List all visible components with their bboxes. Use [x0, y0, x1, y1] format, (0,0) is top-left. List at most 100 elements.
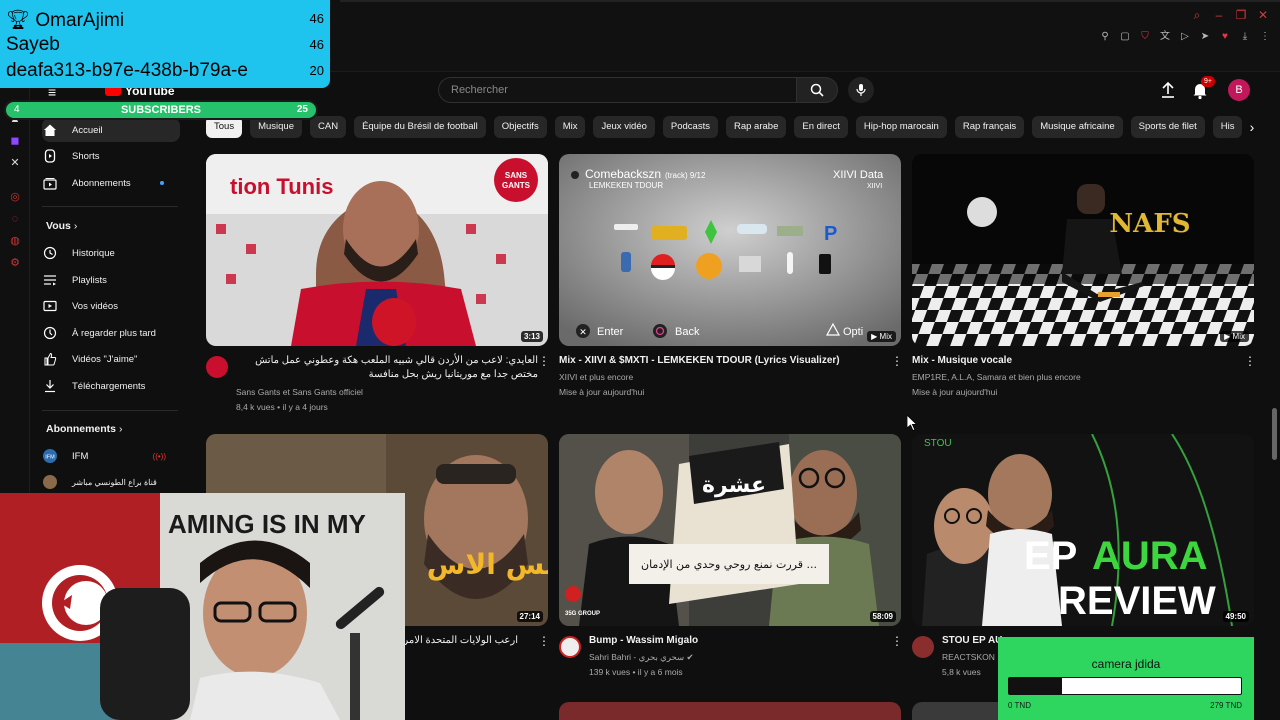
video-thumbnail[interactable]: STOU EP AURA REVIEW 49:50 — [912, 434, 1254, 626]
record-icon[interactable]: ◎ — [0, 186, 30, 208]
video-thumbnail[interactable]: P Comebackszn (track) 9/12 LEMKEKEN TDOU… — [559, 154, 901, 346]
channel-avatar[interactable] — [206, 356, 228, 378]
chevron-right-icon: › — [118, 423, 123, 435]
chip-3[interactable]: Équipe du Brésil de football — [354, 116, 486, 138]
video-thumbnail-partial[interactable] — [912, 702, 998, 720]
sidebar-item-history[interactable]: Historique — [42, 241, 180, 265]
video-thumbnail-partial[interactable] — [559, 702, 901, 720]
twitch-icon[interactable]: ◼ — [0, 130, 30, 152]
chat-icon[interactable]: ◌ — [0, 208, 30, 230]
video-stats: 139 k vues • il y a 6 mois — [589, 667, 683, 677]
chip-4[interactable]: Objectifs — [493, 116, 547, 138]
chip-7[interactable]: Podcasts — [662, 116, 718, 138]
video-thumbnail[interactable]: NAFS ▶︎ Mix — [912, 154, 1254, 346]
voice-search-button[interactable] — [848, 77, 874, 103]
chip-10[interactable]: Hip-hop marocain — [855, 116, 947, 138]
video-stats: 5,8 k vues — [942, 667, 981, 677]
sidebar-subscriptions-header[interactable]: Abonnements › — [46, 423, 122, 435]
thumb-title: NAFS — [1109, 209, 1190, 239]
sidebar-item-liked-videos[interactable]: Vidéos "J'aime" — [42, 347, 180, 371]
x-icon[interactable]: ✕ — [0, 152, 30, 174]
channel-name[interactable]: Sahri Bahri - سحري بحري ✔︎ — [589, 652, 694, 663]
sidebar-item-shorts[interactable]: Shorts — [42, 144, 180, 168]
chip-5[interactable]: Mix — [554, 116, 586, 138]
settings-icon[interactable]: ⚙ — [0, 252, 30, 274]
chip-2[interactable]: CAN — [310, 116, 347, 138]
sidebar-channel-2[interactable]: قناة براع الطونسي مباشر — [42, 470, 180, 494]
search-icon[interactable]: ⌕ — [1190, 8, 1204, 22]
video-card[interactable]: عشرة قررت نمنع روحي وحدي من الإدمان ... … — [559, 434, 903, 684]
video-title[interactable]: Bump - Wassim Migalo — [589, 634, 879, 648]
thumb-caption: قررت نمنع روحي وحدي من الإدمان ... — [641, 558, 817, 571]
sidebar-item-playlists[interactable]: Playlists — [42, 268, 180, 292]
more-options-icon[interactable]: ⋮ — [891, 354, 903, 368]
sidebar-item-watch-later[interactable]: À regarder plus tard — [42, 321, 180, 345]
channel-avatar[interactable] — [912, 636, 934, 658]
channel-name[interactable]: REACTSKON — [942, 652, 995, 662]
channel-avatar: IFM — [42, 448, 58, 464]
chip-14[interactable]: His — [1212, 116, 1243, 138]
more-options-icon[interactable]: ⋮ — [538, 634, 550, 648]
channel-name[interactable]: EMP1RE, A.L.A, Samara et bien plus encor… — [912, 372, 1081, 382]
thumb-options-label: Opti — [843, 326, 863, 338]
channel-avatar[interactable] — [559, 636, 581, 658]
video-title[interactable]: العايدي: لاعب من الأردن قالي شبيه الملعب… — [228, 354, 538, 382]
close-button[interactable]: ✕ — [1256, 8, 1270, 22]
chip-6[interactable]: Jeux vidéo — [593, 116, 655, 138]
sidebar-item-your-videos[interactable]: Vos vidéos — [42, 294, 180, 318]
restore-button[interactable]: ❐ — [1234, 8, 1248, 22]
chevron-right-icon[interactable]: › — [1243, 118, 1261, 136]
channel-name[interactable]: Sans Gants et Sans Gants officiel — [236, 387, 363, 397]
thumb-track: (track) 9/12 — [665, 171, 706, 180]
svg-text:✕: ✕ — [579, 327, 587, 337]
chip-9[interactable]: En direct — [794, 116, 848, 138]
thumb-banner-text: tion Tunis — [230, 174, 333, 199]
chip-12[interactable]: Musique africaine — [1032, 116, 1123, 138]
screenshot-icon[interactable]: ▢ — [1118, 30, 1132, 44]
search-input[interactable] — [438, 77, 796, 103]
chip-8[interactable]: Rap arabe — [725, 116, 787, 138]
sidebar-item-downloads[interactable]: Téléchargements — [42, 374, 180, 398]
sidebar-item-home[interactable]: Accueil — [42, 118, 180, 142]
liked-icon — [42, 351, 58, 367]
goal-progress-bar — [1008, 677, 1242, 695]
search-icon — [810, 83, 824, 97]
leaderboard-row: 🏆︎ OmarAjimi 46 — [6, 10, 324, 31]
play-icon[interactable]: ▷ — [1178, 30, 1192, 44]
chip-11[interactable]: Rap français — [954, 116, 1025, 138]
video-thumbnail[interactable]: عشرة قررت نمنع روحي وحدي من الإدمان ... … — [559, 434, 901, 626]
history-icon — [42, 245, 58, 261]
video-card[interactable]: NAFS ▶︎ Mix Mix - Musique vocale ⋮ EMP1R… — [912, 154, 1256, 404]
playlist-icon: ▶︎ — [1224, 332, 1233, 341]
thumb-title: عشرة — [702, 473, 766, 498]
minimize-button[interactable]: – — [1212, 8, 1226, 22]
account-avatar[interactable]: B — [1228, 79, 1250, 101]
video-thumbnail[interactable]: tion Tunis SANS GANTS 3:13 — [206, 154, 548, 346]
shield-icon[interactable]: ⛉ — [1138, 30, 1152, 44]
send-icon[interactable]: ➤ — [1198, 30, 1212, 44]
page-scrollbar[interactable] — [1272, 408, 1277, 460]
sidebar-you-header[interactable]: Vous › — [46, 220, 77, 232]
chip-13[interactable]: Sports de filet — [1130, 116, 1205, 138]
channel-name[interactable]: XIIVI et plus encore — [559, 372, 633, 382]
video-card[interactable]: P Comebackszn (track) 9/12 LEMKEKEN TDOU… — [559, 154, 903, 404]
upload-icon[interactable] — [1158, 80, 1178, 100]
video-card[interactable]: tion Tunis SANS GANTS 3:13 العايدي: لاعب… — [206, 154, 550, 424]
heart-icon[interactable]: ♥ — [1218, 30, 1232, 44]
video-title[interactable]: Mix - XIIVI & $MXTI - LEMKEKEN TDOUR (Ly… — [559, 354, 879, 368]
video-title[interactable]: Mix - Musique vocale — [912, 354, 1232, 368]
more-options-icon[interactable]: ⋮ — [538, 354, 550, 368]
new-content-dot — [160, 181, 164, 185]
search-button[interactable] — [796, 77, 838, 103]
menu-icon[interactable]: ⋮ — [1258, 30, 1272, 44]
sidebar-channel-ifm[interactable]: IFM IFM ((•)) — [42, 444, 180, 468]
more-options-icon[interactable]: ⋮ — [1244, 354, 1256, 368]
translate-icon[interactable]: 文 — [1158, 30, 1172, 44]
download-icon[interactable]: ⤓ — [1238, 30, 1252, 44]
thumb-aura: AURA — [1092, 534, 1208, 578]
sidebar-item-subscriptions[interactable]: Abonnements — [42, 171, 180, 195]
more-options-icon[interactable]: ⋮ — [891, 634, 903, 648]
instagram-icon[interactable]: ◍ — [0, 230, 30, 252]
pin-icon[interactable]: ⚲ — [1098, 30, 1112, 44]
tab-strip — [340, 0, 1280, 2]
